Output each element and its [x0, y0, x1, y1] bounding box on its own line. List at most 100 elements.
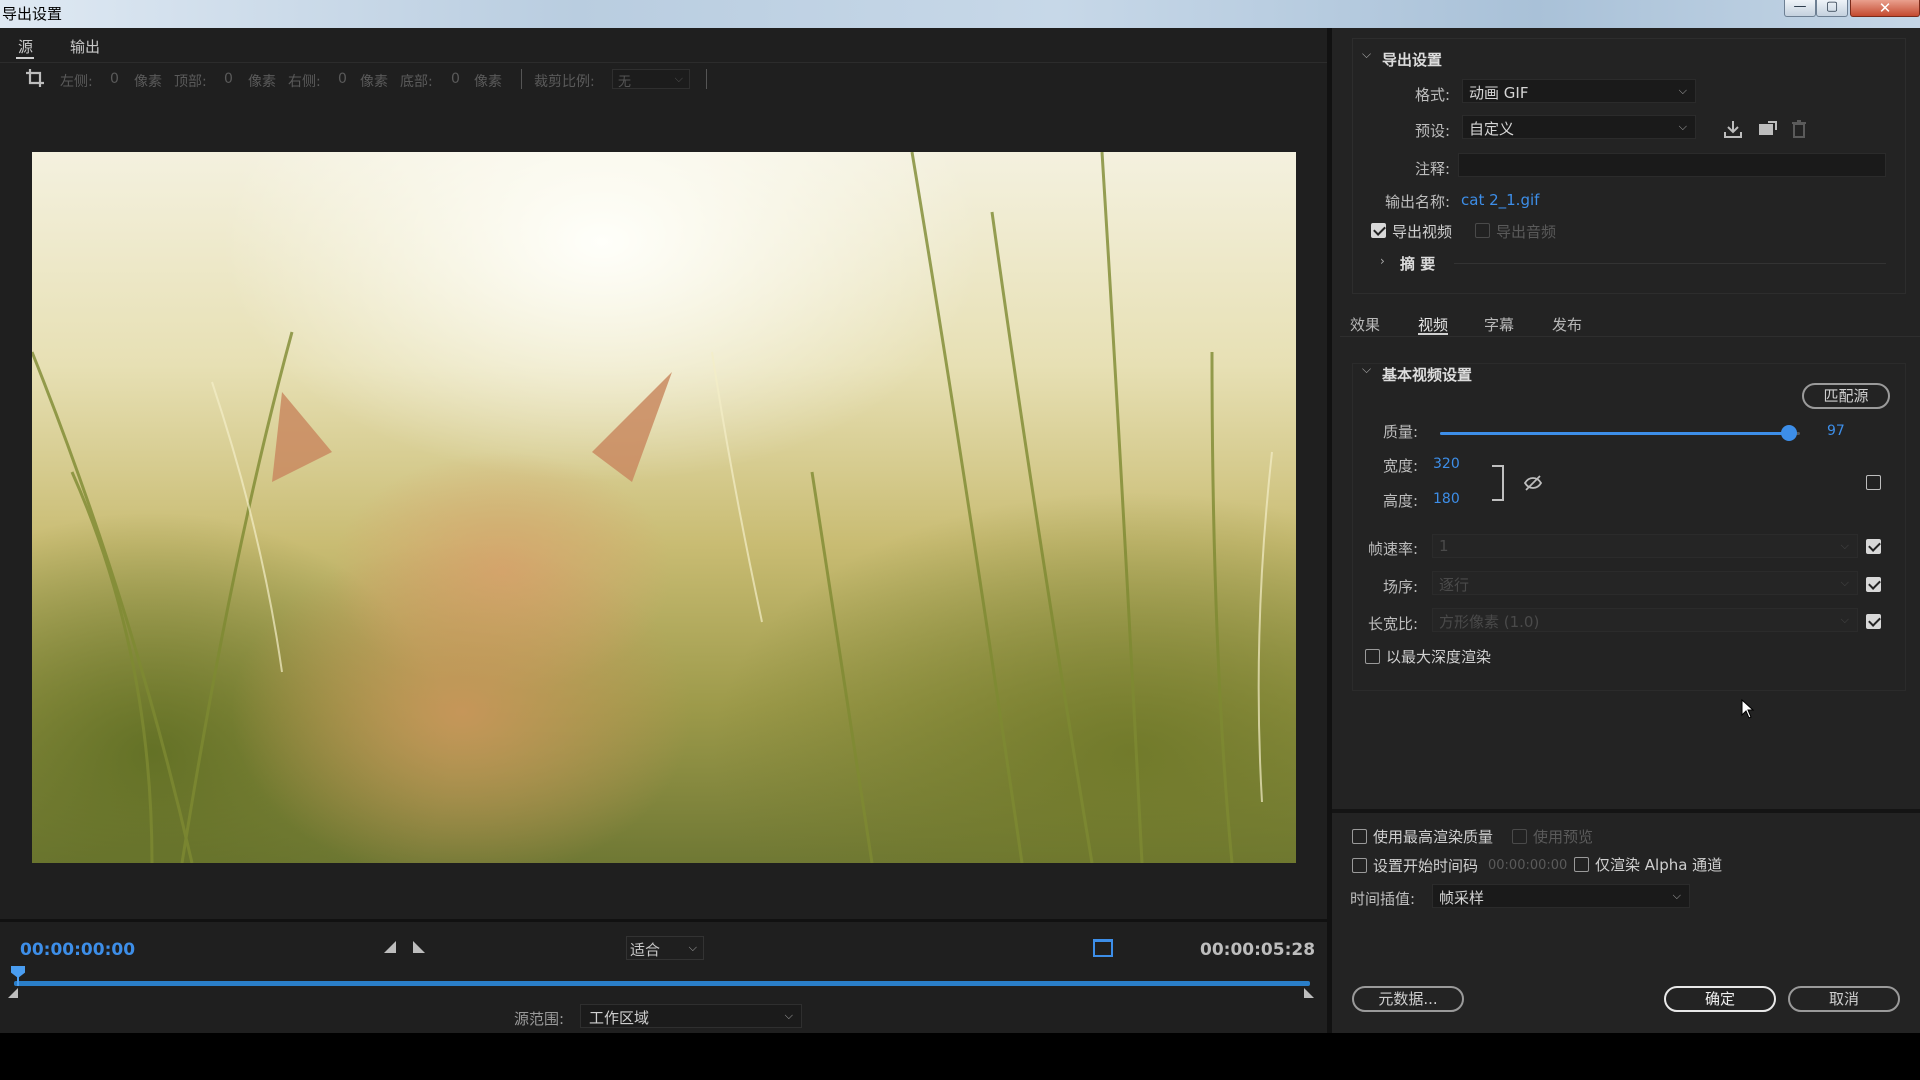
crop-right-label: 右侧:: [288, 74, 321, 90]
alpha-only-label: 仅渲染 Alpha 通道: [1595, 856, 1723, 874]
cancel-button[interactable]: 取消: [1788, 986, 1900, 1012]
chevron-down-icon: ⌵: [1678, 84, 1687, 97]
width-value[interactable]: 320: [1433, 456, 1460, 472]
timeline-track[interactable]: [14, 981, 1310, 986]
max-render-quality-checkbox[interactable]: [1352, 829, 1367, 844]
title-bar: 导出设置 — ▢ ✕: [0, 0, 1920, 28]
field-order-label: 场序:: [1382, 578, 1418, 596]
use-preview-checkbox: [1512, 829, 1527, 844]
max-depth-checkbox[interactable]: [1365, 649, 1380, 664]
time-interp-select[interactable]: 帧采样 ⌵: [1432, 884, 1690, 908]
close-icon: ✕: [1878, 0, 1892, 17]
chevron-down-icon: ⌵: [784, 1009, 793, 1022]
export-audio-checkbox: [1475, 223, 1490, 238]
tab-source[interactable]: 源: [18, 36, 33, 57]
chevron-right-icon[interactable]: ›: [1380, 254, 1385, 268]
output-name-link[interactable]: cat 2_1.gif: [1461, 191, 1539, 209]
range-start-marker-icon[interactable]: [8, 988, 18, 998]
tab-video[interactable]: 视频: [1418, 314, 1448, 335]
window-title: 导出设置: [2, 5, 63, 23]
use-preview-label: 使用预览: [1533, 828, 1594, 846]
minimize-button[interactable]: —: [1784, 0, 1816, 17]
main-area: 源 输出 左侧: 0 像素 顶部: 0 像素 右侧: 0 像素 底部: 0 像素…: [0, 28, 1920, 1033]
ok-button[interactable]: 确定: [1664, 986, 1776, 1012]
crop-bottom-value[interactable]: 0: [451, 71, 460, 87]
mark-out-icon[interactable]: [413, 941, 425, 953]
crop-bottom-label: 底部:: [400, 74, 433, 90]
chevron-down-icon: ⌵: [1678, 120, 1687, 133]
chevron-down-icon[interactable]: ⌵: [1362, 362, 1371, 377]
framerate-match-checkbox[interactable]: [1866, 539, 1881, 554]
crop-left-value[interactable]: 0: [110, 71, 119, 87]
video-preview: [32, 152, 1296, 863]
delete-preset-icon[interactable]: [1788, 118, 1810, 140]
maximize-icon: ▢: [1825, 0, 1839, 14]
comment-label: 注释:: [1414, 160, 1450, 178]
height-value[interactable]: 180: [1433, 491, 1460, 507]
divider: [521, 69, 522, 89]
export-settings-title: 导出设置: [1382, 51, 1443, 69]
aspect-toggle-icon[interactable]: [1093, 939, 1113, 957]
summary-title[interactable]: 摘 要: [1400, 253, 1435, 274]
grass-overlay: [32, 152, 1273, 863]
resize-checkbox[interactable]: [1866, 475, 1881, 490]
quality-slider-track[interactable]: [1440, 432, 1800, 435]
tab-output[interactable]: 输出: [70, 36, 100, 57]
timecode-start[interactable]: 00:00:00:00: [20, 940, 135, 960]
active-tab-indicator: [1418, 333, 1448, 335]
quality-label: 质量:: [1382, 423, 1418, 441]
save-preset-icon[interactable]: [1722, 118, 1744, 140]
quality-value[interactable]: 97: [1827, 423, 1845, 439]
set-start-timecode-label: 设置开始时间码: [1373, 857, 1479, 875]
format-value: 动画 GIF: [1469, 84, 1529, 102]
export-video-checkbox[interactable]: [1371, 223, 1386, 238]
timeline-bar: 00:00:00:00 适合 ⌵ 00:00:05:28 源范围: 工作区域 ⌵: [0, 919, 1327, 1033]
format-select[interactable]: 动画 GIF ⌵: [1462, 79, 1696, 103]
range-end-marker-icon[interactable]: [1304, 988, 1314, 998]
match-source-button[interactable]: 匹配源: [1802, 383, 1890, 409]
aspect-match-checkbox[interactable]: [1866, 614, 1881, 629]
field-order-match-checkbox[interactable]: [1866, 577, 1881, 592]
preset-select[interactable]: 自定义 ⌵: [1462, 115, 1696, 139]
tab-publish[interactable]: 发布: [1552, 314, 1582, 335]
divider: [1340, 336, 1920, 337]
crop-top-value[interactable]: 0: [224, 71, 233, 87]
active-tab-indicator: [16, 57, 34, 59]
aspect-value: 方形像素 (1.0): [1439, 613, 1540, 631]
crop-ratio-select[interactable]: 无 ⌵: [612, 69, 690, 90]
crop-ratio-label: 裁剪比例:: [534, 74, 595, 90]
mark-in-icon[interactable]: [384, 941, 396, 953]
field-order-select: 逐行 ⌵: [1432, 571, 1858, 595]
import-preset-icon[interactable]: [1756, 118, 1778, 140]
framerate-value: 1: [1439, 537, 1449, 555]
tab-captions[interactable]: 字幕: [1484, 314, 1514, 335]
chevron-down-icon: ⌵: [688, 941, 697, 954]
framerate-select: 1 ⌵: [1432, 534, 1858, 558]
tab-effects[interactable]: 效果: [1350, 314, 1380, 335]
basic-video-section: [1352, 363, 1906, 691]
crop-top-label: 顶部:: [174, 74, 207, 90]
comment-input[interactable]: [1458, 153, 1886, 177]
width-label: 宽度:: [1382, 457, 1418, 475]
aspect-select: 方形像素 (1.0) ⌵: [1432, 608, 1858, 632]
crop-right-value[interactable]: 0: [338, 71, 347, 87]
height-label: 高度:: [1382, 492, 1418, 510]
close-button[interactable]: ✕: [1850, 0, 1920, 17]
time-interp-label: 时间插值:: [1350, 890, 1416, 908]
alpha-only-checkbox[interactable]: [1574, 857, 1589, 872]
chevron-down-icon[interactable]: ⌵: [1362, 47, 1371, 62]
format-label: 格式:: [1414, 86, 1450, 104]
source-panel: 源 输出 左侧: 0 像素 顶部: 0 像素 右侧: 0 像素 底部: 0 像素…: [0, 28, 1327, 1033]
crop-icon[interactable]: [24, 67, 46, 89]
preset-value: 自定义: [1469, 120, 1515, 138]
metadata-button[interactable]: 元数据...: [1352, 986, 1464, 1012]
crop-left-unit: 像素: [134, 74, 162, 90]
unlink-icon[interactable]: [1522, 474, 1544, 492]
zoom-select[interactable]: 适合 ⌵: [626, 936, 704, 960]
divider: [1454, 263, 1886, 264]
set-start-timecode-checkbox[interactable]: [1352, 858, 1367, 873]
maximize-button[interactable]: ▢: [1816, 0, 1848, 17]
time-interp-value: 帧采样: [1439, 889, 1485, 907]
divider: [1332, 809, 1920, 813]
source-range-select[interactable]: 工作区域 ⌵: [580, 1004, 802, 1028]
